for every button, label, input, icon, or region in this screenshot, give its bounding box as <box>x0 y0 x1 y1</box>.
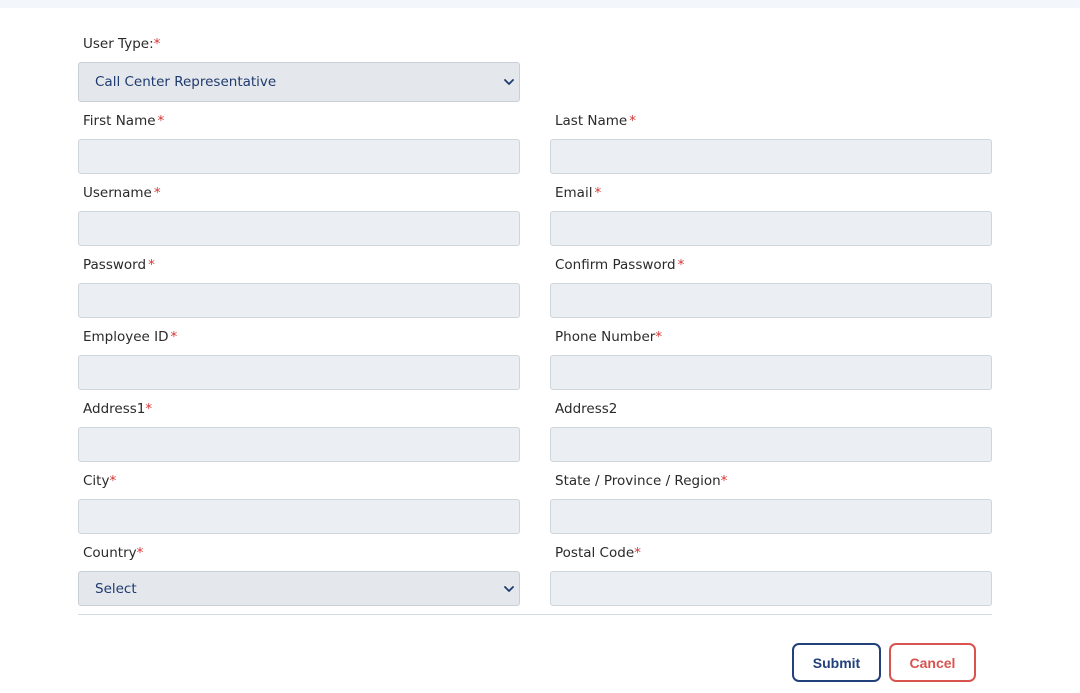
submit-button[interactable]: Submit <box>792 643 881 682</box>
country-select[interactable]: Select <box>78 571 520 606</box>
city-field[interactable] <box>78 499 520 534</box>
cancel-button[interactable]: Cancel <box>889 643 976 682</box>
email-label: Email * <box>555 185 602 201</box>
employee-id-field[interactable] <box>78 355 520 390</box>
first-name-label: First Name * <box>83 113 165 129</box>
last-name-label: Last Name * <box>555 113 636 129</box>
password-label: Password * <box>83 257 155 273</box>
state-field[interactable] <box>550 499 992 534</box>
first-name-field[interactable] <box>78 139 520 174</box>
address1-label: Address1* <box>83 401 153 417</box>
user-type-selected-value: Call Center Representative <box>95 74 277 90</box>
chevron-down-icon <box>504 79 514 85</box>
form-divider <box>78 614 992 615</box>
user-type-label: User Type:* <box>83 36 161 52</box>
chevron-down-icon <box>504 585 514 592</box>
last-name-field[interactable] <box>550 139 992 174</box>
phone-number-field[interactable] <box>550 355 992 390</box>
address2-field[interactable] <box>550 427 992 462</box>
confirm-password-label: Confirm Password * <box>555 257 685 273</box>
username-label: Username * <box>83 185 161 201</box>
postal-code-field[interactable] <box>550 571 992 606</box>
country-label: Country* <box>83 545 144 561</box>
postal-code-label: Postal Code* <box>555 545 641 561</box>
address1-field[interactable] <box>78 427 520 462</box>
employee-id-label: Employee ID * <box>83 329 178 345</box>
state-label: State / Province / Region* <box>555 473 728 489</box>
username-field[interactable] <box>78 211 520 246</box>
country-selected-value: Select <box>95 580 137 597</box>
top-bar <box>0 0 1080 8</box>
city-label: City* <box>83 473 117 489</box>
phone-number-label: Phone Number* <box>555 329 663 345</box>
user-type-select[interactable]: Call Center Representative <box>78 62 520 102</box>
confirm-password-field[interactable] <box>550 283 992 318</box>
email-field[interactable] <box>550 211 992 246</box>
address2-label: Address2 <box>555 401 618 417</box>
password-field[interactable] <box>78 283 520 318</box>
